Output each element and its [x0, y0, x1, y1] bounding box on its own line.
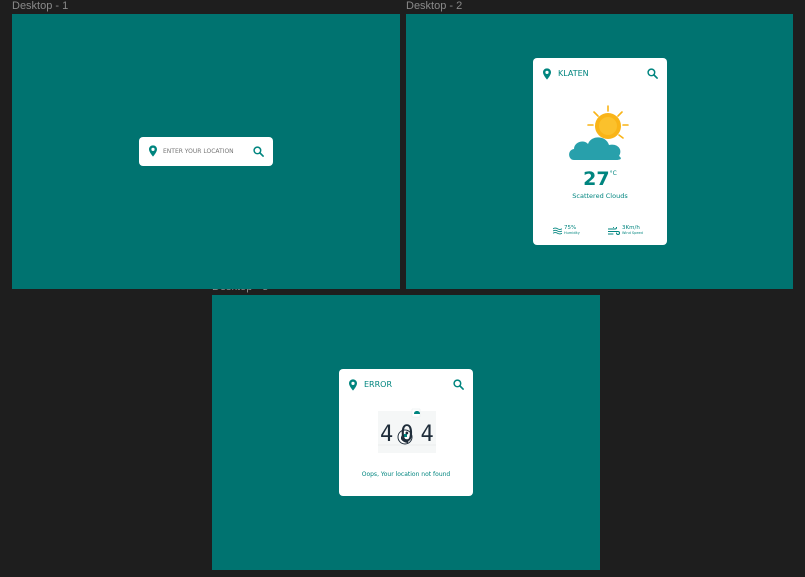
- frame-label-desktop-1: Desktop - 1: [12, 0, 69, 12]
- sun-cloud-icon: [569, 105, 629, 160]
- humidity-icon: [553, 227, 562, 235]
- wind-info: 3Km/h Wind Speed: [608, 225, 658, 238]
- map-pin-icon: [543, 68, 551, 80]
- error-code: 404: [380, 422, 441, 447]
- frame-desktop-2: KLATEN 27°C Scattered Clouds 75% Humidit…: [406, 14, 793, 289]
- weather-condition: Scattered Clouds: [572, 192, 628, 200]
- error-message: Oops, Your location not found: [361, 471, 451, 478]
- location-name[interactable]: ERROR: [364, 380, 392, 389]
- search-icon[interactable]: [453, 379, 464, 390]
- error-card: ERROR 404 Oops, Your location not found: [339, 369, 473, 496]
- humidity-info: 75% Humidity: [553, 225, 593, 238]
- map-pin-icon: [349, 379, 357, 391]
- location-search-input[interactable]: [163, 145, 247, 158]
- humidity-label: Humidity: [564, 231, 580, 235]
- weather-card: KLATEN 27°C Scattered Clouds 75% Humidit…: [533, 58, 667, 245]
- wind-icon: [608, 227, 620, 235]
- frame-desktop-1: [12, 14, 400, 289]
- location-search-bar[interactable]: [139, 137, 273, 166]
- search-icon[interactable]: [647, 68, 658, 79]
- map-pin-icon: [149, 145, 157, 157]
- temperature-unit: °C: [609, 170, 617, 177]
- temperature-value: 27: [583, 168, 610, 190]
- location-name[interactable]: KLATEN: [558, 69, 589, 78]
- frame-desktop-3: ERROR 404 Oops, Your location not found: [212, 295, 600, 570]
- search-icon[interactable]: [253, 146, 264, 157]
- frame-label-desktop-2: Desktop - 2: [406, 0, 463, 12]
- wind-label: Wind Speed: [622, 231, 643, 235]
- 404-illustration: 404: [374, 407, 438, 455]
